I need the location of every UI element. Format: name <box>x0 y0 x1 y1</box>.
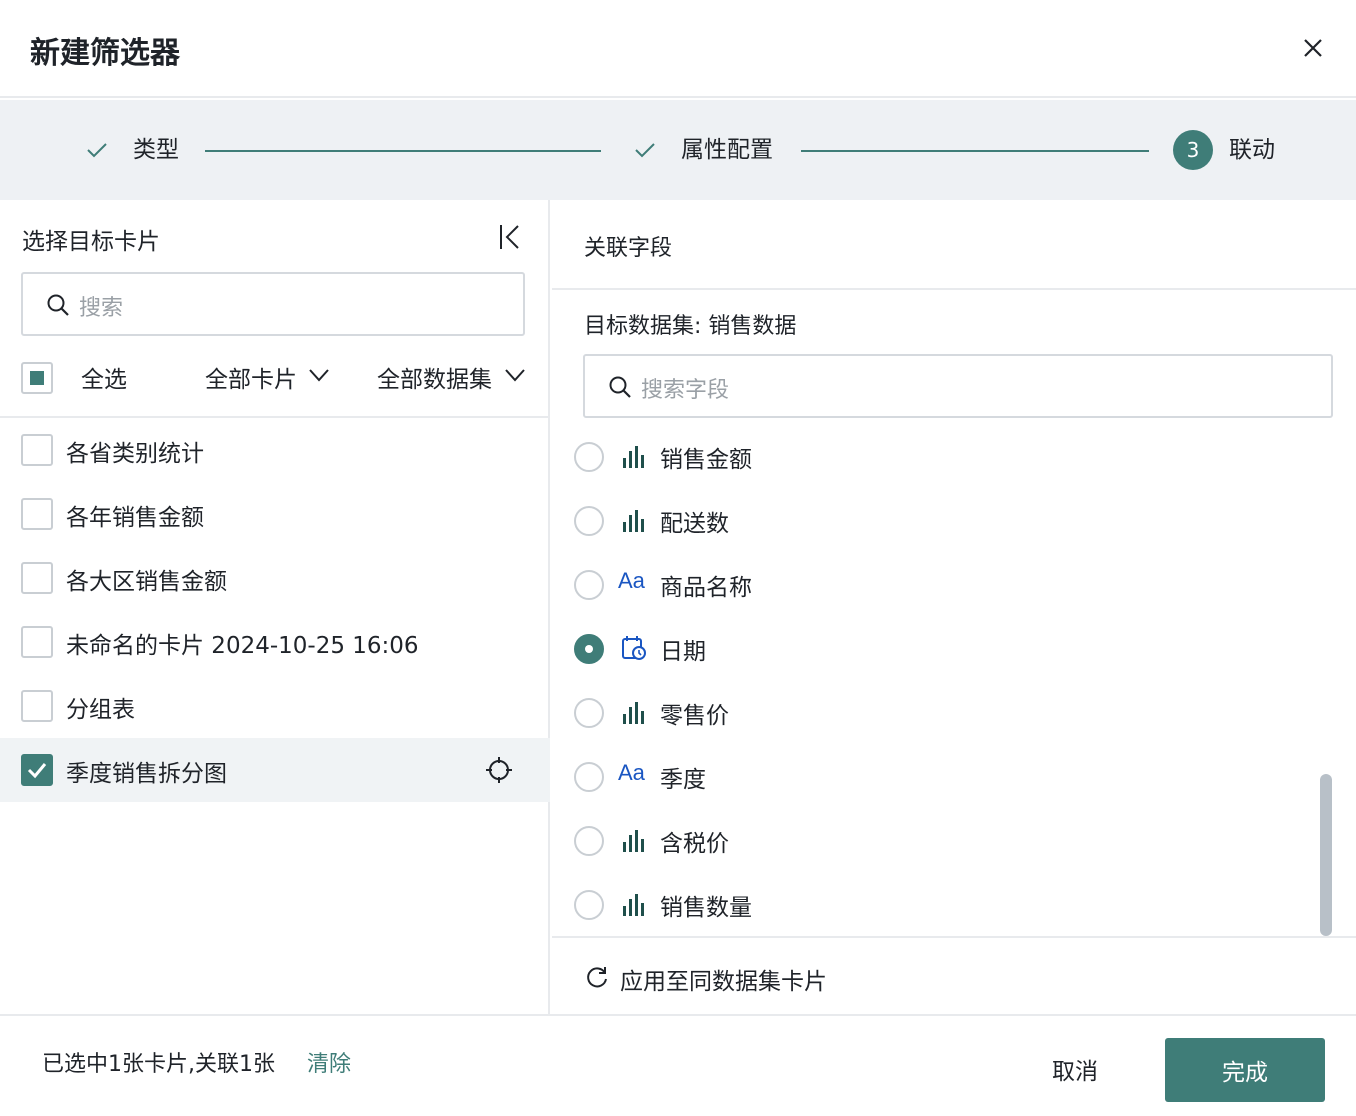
step-type[interactable]: 类型 <box>133 134 179 166</box>
list-item[interactable]: 各年销售金额 <box>0 482 550 546</box>
search-icon <box>47 294 69 316</box>
dialog-header: 新建筛选器 <box>0 0 1356 98</box>
field-option[interactable]: 含税价 <box>552 808 1312 872</box>
card-label: 分组表 <box>66 697 135 723</box>
card-checkbox[interactable] <box>21 626 53 658</box>
selection-status: 已选中1张卡片,关联1张 <box>42 1052 275 1077</box>
collapse-panel-icon[interactable] <box>496 222 524 252</box>
field-search-input[interactable]: 搜索字段 <box>583 354 1333 418</box>
calendar-clock-icon <box>622 636 646 660</box>
clear-link[interactable]: 清除 <box>307 1046 351 1078</box>
list-item[interactable]: 未命名的卡片 2024-10-25 16:06 <box>0 610 550 674</box>
list-item[interactable]: 各省类别统计 <box>0 418 550 482</box>
card-search-input[interactable]: 搜索 <box>21 272 525 336</box>
check-icon <box>87 143 107 158</box>
field-label: 零售价 <box>660 703 729 729</box>
list-item[interactable]: 分组表 <box>0 674 550 738</box>
field-option[interactable]: 日期 <box>552 616 1312 680</box>
field-option[interactable]: Aa 季度 <box>552 744 1312 808</box>
field-radio[interactable] <box>574 890 604 920</box>
field-radio[interactable] <box>574 826 604 856</box>
card-label: 未命名的卡片 2024-10-25 16:06 <box>66 633 419 659</box>
select-all-label[interactable]: 全选 <box>81 360 127 394</box>
bar-chart-icon <box>623 510 644 532</box>
card-checkbox[interactable] <box>21 498 53 530</box>
list-item[interactable]: 各大区销售金额 <box>0 546 550 610</box>
field-label: 销售数量 <box>660 895 752 921</box>
field-label: 配送数 <box>660 511 729 537</box>
card-checkbox[interactable] <box>21 690 53 722</box>
search-placeholder: 搜索字段 <box>641 378 730 403</box>
panel-header: 关联字段 <box>552 200 1356 290</box>
step-bar: 类型 属性配置 3 联动 <box>0 100 1356 200</box>
text-type-icon: Aa <box>618 568 645 593</box>
field-option[interactable]: 配送数 <box>552 488 1312 552</box>
field-option[interactable]: 零售价 <box>552 680 1312 744</box>
dialog-footer: 已选中1张卡片,关联1张 清除 取消 完成 <box>0 1014 1356 1116</box>
card-checkbox[interactable] <box>21 562 53 594</box>
bar-chart-icon <box>623 894 644 916</box>
apply-same-dataset-label: 应用至同数据集卡片 <box>620 969 827 995</box>
bar-chart-icon <box>623 830 644 852</box>
field-label: 季度 <box>660 767 706 793</box>
field-option[interactable]: 销售数量 <box>552 872 1312 936</box>
locate-icon[interactable] <box>485 756 513 784</box>
field-label: 日期 <box>660 639 706 665</box>
step-number-badge: 3 <box>1173 130 1213 170</box>
all-datasets-dropdown[interactable]: 全部数据集 <box>377 360 492 394</box>
card-label: 各大区销售金额 <box>66 569 227 595</box>
field-radio[interactable] <box>574 506 604 536</box>
chevron-down-icon[interactable] <box>504 367 526 383</box>
panel-title: 关联字段 <box>584 236 673 261</box>
card-label: 各省类别统计 <box>66 441 204 467</box>
dialog-title: 新建筛选器 <box>30 36 180 71</box>
done-button[interactable]: 完成 <box>1165 1038 1325 1102</box>
linked-field-panel: 关联字段 目标数据集: 销售数据 搜索字段 销售金额 配送数 Aa 商品名称 日… <box>552 200 1356 1014</box>
close-icon[interactable] <box>1298 33 1328 63</box>
panel-title: 选择目标卡片 <box>22 229 160 255</box>
target-card-panel: 选择目标卡片 搜索 全选 全部卡片 全部数据集 各省类别统计 各年销售金额 各大… <box>0 200 550 1014</box>
check-icon <box>27 763 47 779</box>
list-item[interactable]: 季度销售拆分图 <box>0 738 550 802</box>
target-dataset-label: 目标数据集: 销售数据 <box>584 314 797 339</box>
search-icon <box>609 376 631 398</box>
step-connector <box>205 150 601 152</box>
step-attribute-config[interactable]: 属性配置 <box>681 134 773 166</box>
step-connector <box>801 150 1149 152</box>
card-checkbox[interactable] <box>21 434 53 466</box>
step-linkage[interactable]: 联动 <box>1229 134 1275 166</box>
field-radio[interactable] <box>574 442 604 472</box>
check-icon <box>635 143 655 158</box>
card-filter-row: 全选 全部卡片 全部数据集 <box>0 350 550 418</box>
field-option[interactable]: Aa 商品名称 <box>552 552 1312 616</box>
field-radio[interactable] <box>574 570 604 600</box>
field-label: 销售金额 <box>660 447 752 473</box>
bar-chart-icon <box>623 446 644 468</box>
cancel-button[interactable]: 取消 <box>1020 1038 1130 1100</box>
select-all-checkbox[interactable] <box>21 362 53 394</box>
field-radio[interactable] <box>574 698 604 728</box>
field-list-scrollbar[interactable] <box>1320 774 1332 936</box>
chevron-down-icon[interactable] <box>308 367 330 383</box>
bar-chart-icon <box>623 702 644 724</box>
text-type-icon: Aa <box>618 760 645 785</box>
card-label: 各年销售金额 <box>66 505 204 531</box>
card-checkbox[interactable] <box>21 754 53 786</box>
field-label: 含税价 <box>660 831 729 857</box>
apply-same-dataset-row[interactable]: 应用至同数据集卡片 <box>552 936 1356 1014</box>
field-label: 商品名称 <box>660 575 752 601</box>
card-label: 季度销售拆分图 <box>66 761 227 787</box>
refresh-icon <box>587 967 607 988</box>
field-radio[interactable] <box>574 634 604 664</box>
field-option[interactable]: 销售金额 <box>552 424 1312 488</box>
all-cards-dropdown[interactable]: 全部卡片 <box>205 360 297 394</box>
field-radio[interactable] <box>574 762 604 792</box>
search-placeholder: 搜索 <box>79 296 124 321</box>
